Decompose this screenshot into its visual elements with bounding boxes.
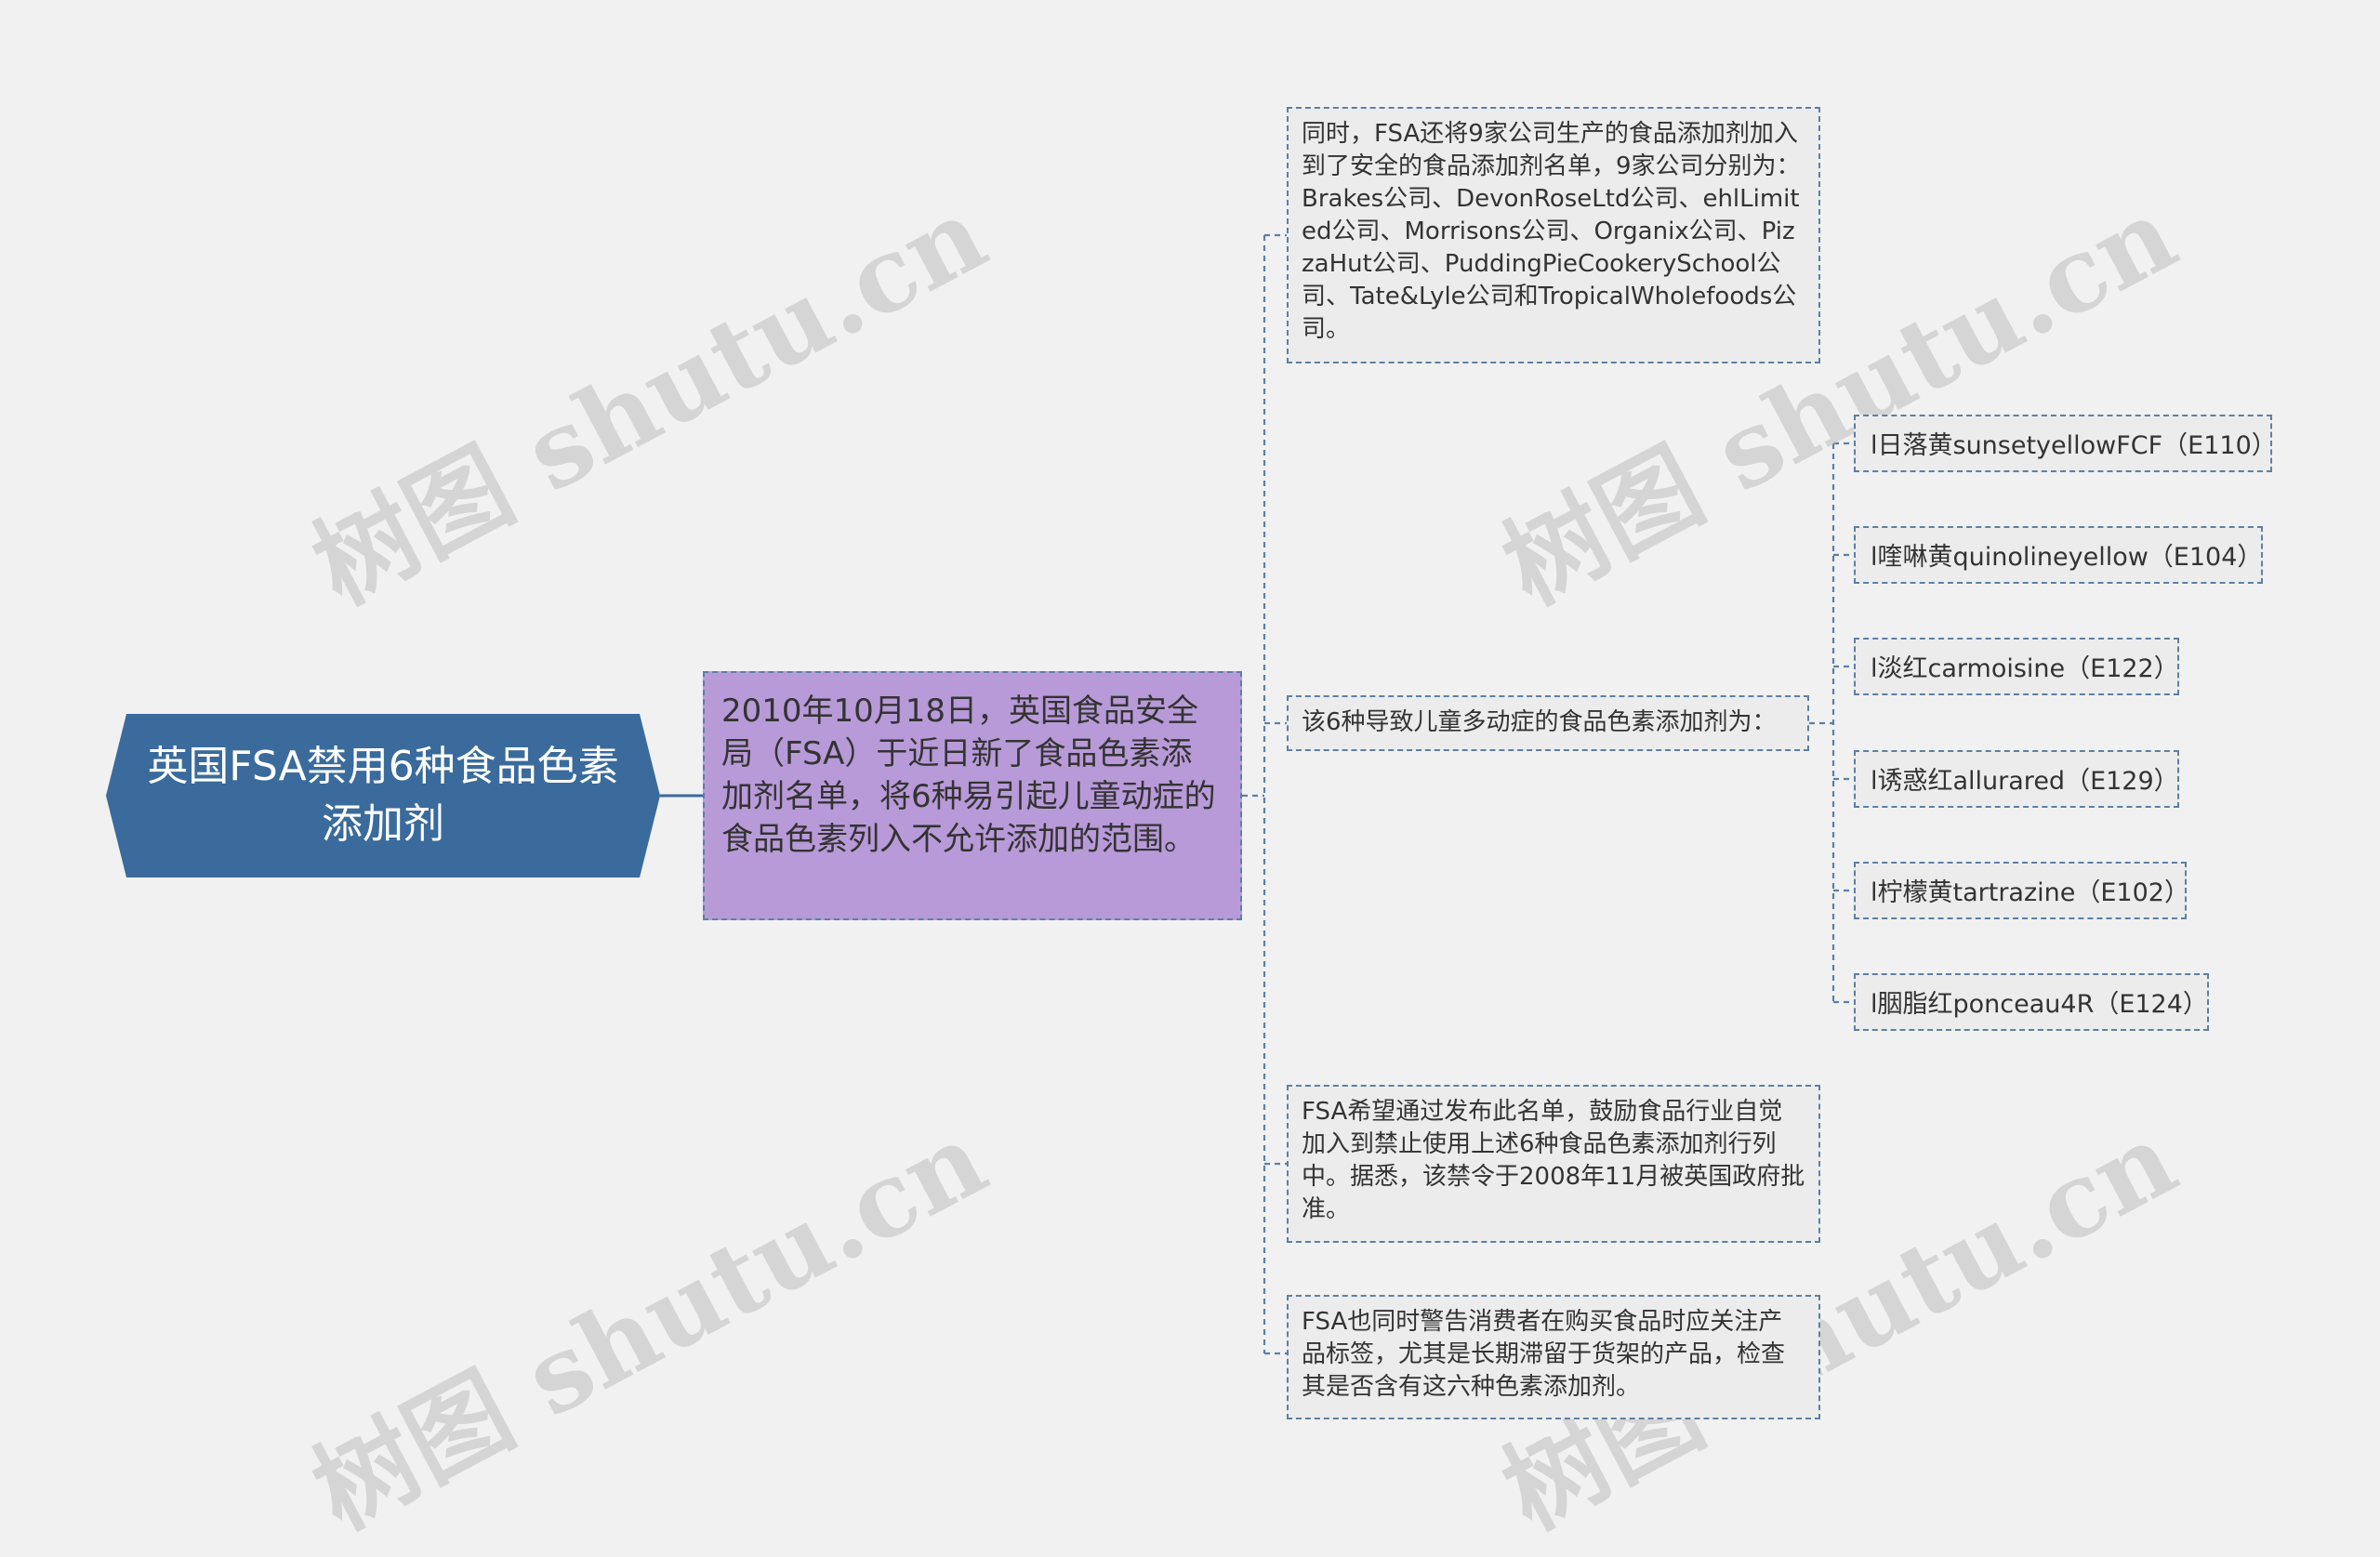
root-topic-label: 英国FSA禁用6种食品色素添加剂 — [147, 743, 619, 848]
branch-node-fsa-warning[interactable]: FSA也同时警告消费者在购买食品时应关注产品标签，尤其是长期滞留于货架的产品，检… — [1287, 1295, 1820, 1419]
additive-leaf[interactable]: l柠檬黄tartrazine（E102） — [1854, 862, 2189, 919]
root-topic[interactable]: 英国FSA禁用6种食品色素添加剂 — [106, 714, 660, 877]
branch-node-additives-heading[interactable]: 该6种导致儿童多动症的食品色素添加剂为： — [1287, 695, 1809, 751]
additive-leaf[interactable]: l喹啉黄quinolineyellow（E104） — [1854, 526, 2263, 584]
branch-node-companies[interactable]: 同时，FSA还将9家公司生产的食品添加剂加入到了安全的食品添加剂名单，9家公司分… — [1287, 107, 1820, 363]
additive-leaf[interactable]: l日落黄sunsetyellowFCF（E110） — [1854, 415, 2277, 472]
additive-leaf[interactable]: l淡红carmoisine（E122） — [1854, 638, 2179, 695]
additive-leaf[interactable]: l胭脂红ponceau4R（E124） — [1854, 973, 2209, 1031]
main-topic[interactable]: 2010年10月18日，英国食品安全局（FSA）于近日新了食品色素添加剂名单，将… — [703, 671, 1242, 920]
branch-node-fsa-hope[interactable]: FSA希望通过发布此名单，鼓励食品行业自觉加入到禁止使用上述6种食品色素添加剂行… — [1287, 1085, 1820, 1243]
additive-leaf[interactable]: l诱惑红allurared（E129） — [1854, 750, 2179, 808]
mind-map-canvas: 树图 shutu.cn 树图 shutu.cn 树图 shutu.cn 树图 s… — [0, 0, 2380, 1552]
